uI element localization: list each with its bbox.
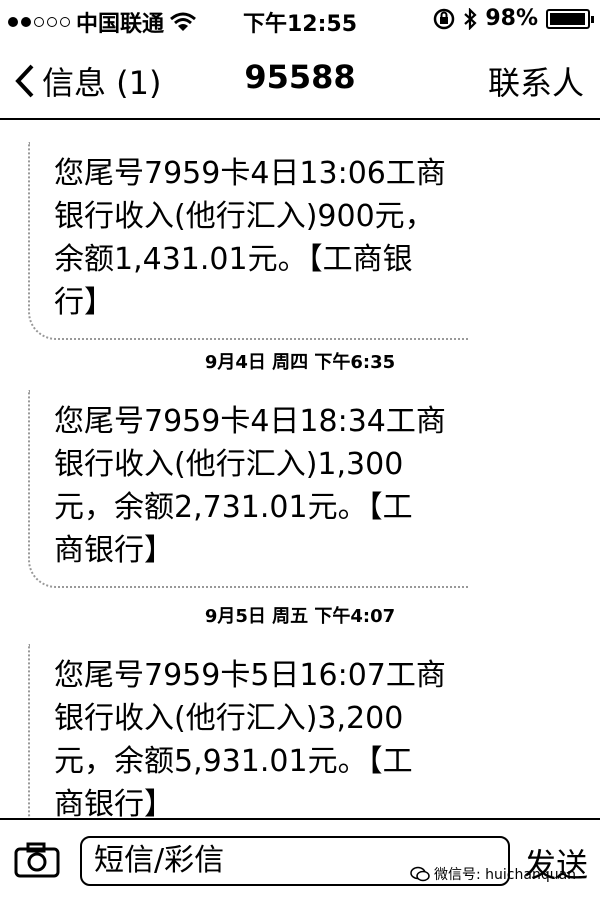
message-line: 您尾号7959卡4日13:06工商 [54, 156, 446, 191]
message-line: 银行收入(他行汇入)3,200 [54, 701, 404, 736]
message-line: 银行收入(他行汇入)900元， [54, 199, 435, 234]
message-timestamp: 9月5日 周五 下午4:07 [204, 606, 396, 627]
nav-bar: 信息 (1) 95588 联系人 [0, 40, 600, 120]
message-timestamp: 9月4日 周四 下午6:35 [204, 352, 396, 373]
battery-icon [546, 8, 594, 29]
wechat-icon [410, 866, 430, 882]
contact-button[interactable]: 联系人 [488, 58, 584, 104]
message-line: 您尾号7959卡4日18:34工商 [54, 404, 446, 439]
message-line: 元，余额5,931.01元。【工 [54, 744, 413, 779]
bluetooth-icon [464, 7, 477, 30]
message-bubble[interactable]: 您尾号7959卡4日18:34工商 银行收入(他行汇入)1,300 元，余额2,… [28, 390, 468, 588]
status-bar: 中国联通 下午12:55 98% [0, 0, 600, 40]
message-line: 余额1,431.01元。【工商银 [54, 242, 413, 277]
send-button[interactable]: 发送 [524, 840, 588, 886]
message-line: 元，余额2,731.01元。【工 [54, 490, 413, 525]
rotation-lock-icon [434, 8, 455, 29]
message-line: 银行收入(他行汇入)1,300 [54, 447, 404, 482]
message-thread[interactable]: 您尾号7959卡4日13:06工商 银行收入(他行汇入)900元， 余额1,43… [0, 120, 600, 820]
compose-bar: 短信/彩信 微信号: huichanquan 发送 [0, 818, 600, 902]
message-bubble[interactable]: 您尾号7959卡4日13:06工商 银行收入(他行汇入)900元， 余额1,43… [28, 142, 468, 340]
status-right: 98% [433, 6, 594, 31]
camera-icon[interactable] [14, 842, 60, 878]
message-line: 商银行】 [54, 787, 174, 820]
message-line: 商银行】 [54, 533, 174, 568]
message-line: 您尾号7959卡5日16:07工商 [54, 658, 446, 693]
message-bubble[interactable]: 您尾号7959卡5日16:07工商 银行收入(他行汇入)3,200 元，余额5,… [28, 644, 468, 820]
battery-percent: 98% [485, 6, 538, 31]
message-line: 行】 [54, 285, 114, 320]
